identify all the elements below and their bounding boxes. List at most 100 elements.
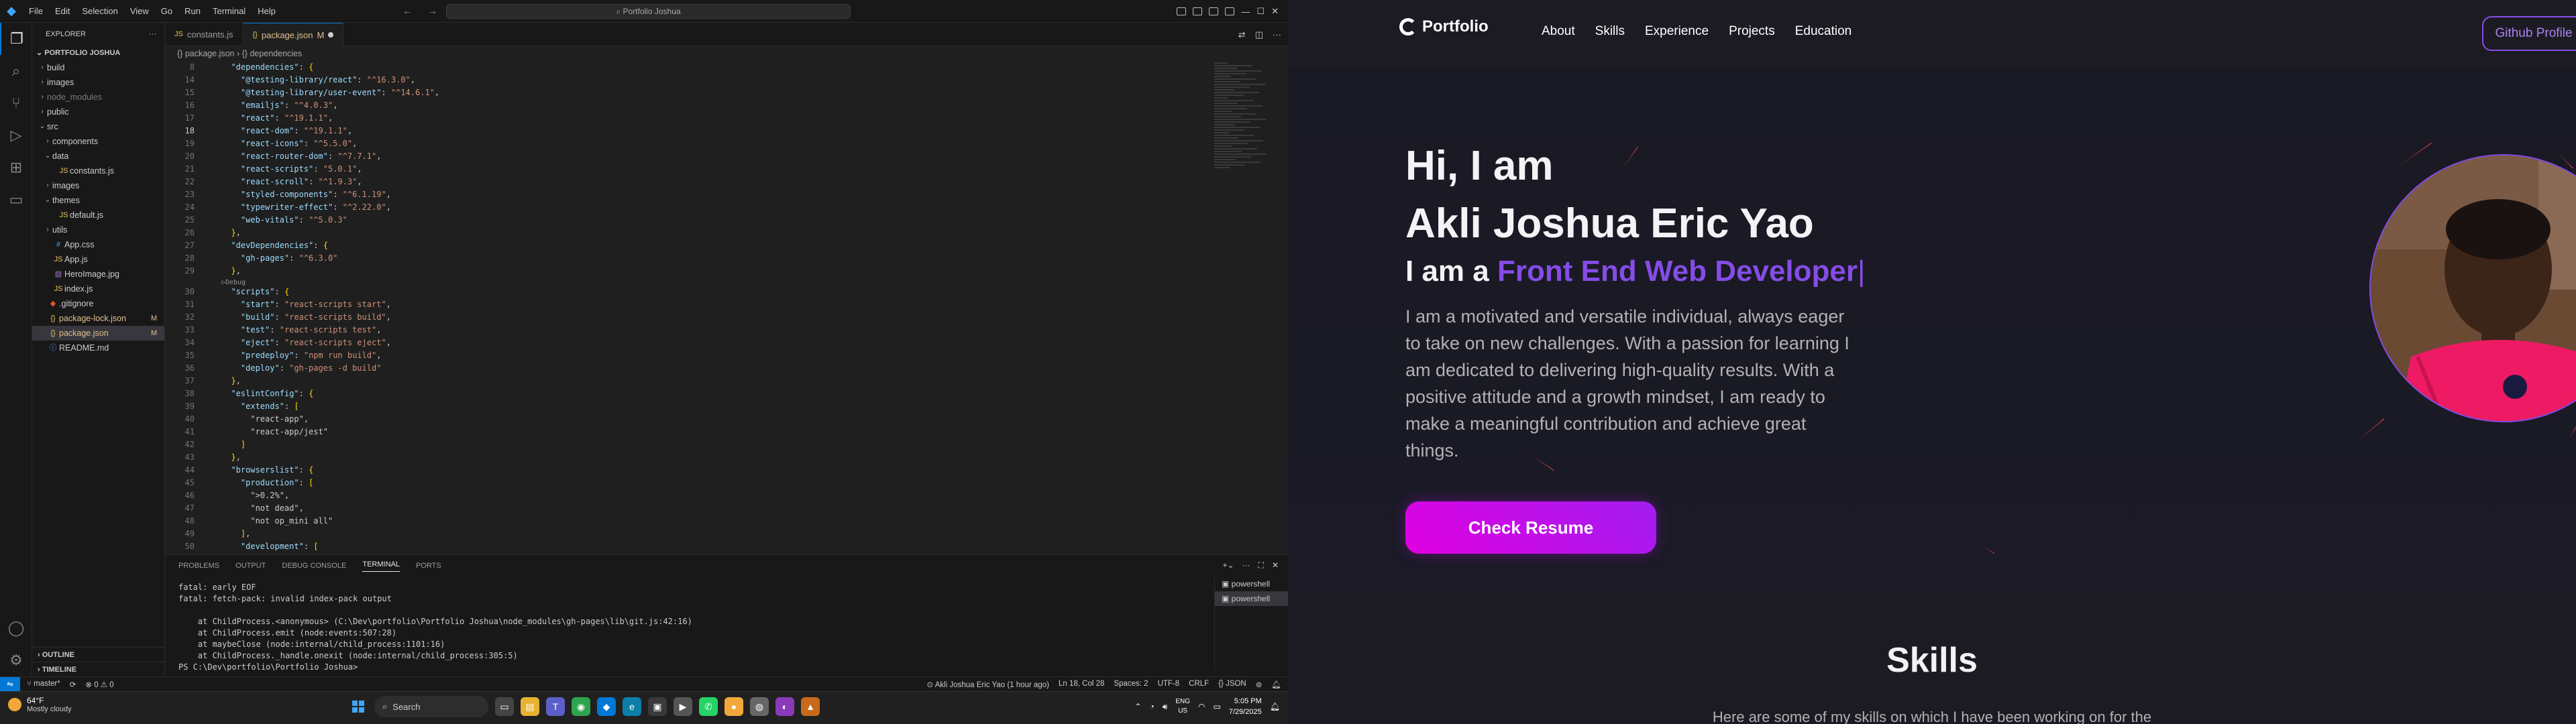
code-line[interactable]: "eslintConfig": { <box>221 389 313 398</box>
network-icon[interactable]: ◔ <box>1150 702 1155 711</box>
code-line[interactable]: "styled-components": "^6.1.19", <box>221 190 391 199</box>
menu-item-terminal[interactable]: Terminal <box>207 6 252 16</box>
encoding-setting[interactable]: UTF-8 <box>1158 680 1180 689</box>
tree-item-constants-js[interactable]: JS constants.js <box>32 164 164 178</box>
code-line[interactable]: "react-dom": "^19.1.1", <box>221 126 352 135</box>
code-line[interactable]: "gh-pages": "^6.3.0" <box>221 253 338 263</box>
obs-icon[interactable]: ◍ <box>750 697 769 716</box>
run-debug-icon[interactable]: ▷ <box>0 119 32 152</box>
store-icon[interactable]: ▣ <box>648 697 667 716</box>
eol-setting[interactable]: CRLF <box>1189 680 1209 689</box>
nav-link-experience[interactable]: Experience <box>1645 24 1709 39</box>
app2-icon[interactable]: ◐ <box>775 697 794 716</box>
clock[interactable]: 5:05 PM 7/29/2025 <box>1229 696 1262 717</box>
code-line[interactable]: ], <box>221 529 250 538</box>
tree-item--gitignore[interactable]: ◆ .gitignore <box>32 296 164 311</box>
vlc-icon[interactable]: ▲ <box>801 697 820 716</box>
code-line[interactable]: ] <box>221 440 246 449</box>
code-line[interactable]: "web-vitals": "^5.0.3" <box>221 215 347 225</box>
tree-item-themes[interactable]: ⌄ themes <box>32 193 164 208</box>
code-line[interactable]: }, <box>221 266 240 276</box>
language-mode[interactable]: {} JSON <box>1218 680 1246 689</box>
more-actions-icon[interactable]: ··· <box>1242 560 1250 570</box>
github-profile-button[interactable]: Github Profile <box>2482 16 2576 51</box>
toggle-secondary-sidebar-icon[interactable] <box>1209 7 1219 15</box>
nav-link-projects[interactable]: Projects <box>1729 24 1775 39</box>
code-line[interactable]: "react-app", <box>221 414 309 424</box>
panel-tab-problems[interactable]: PROBLEMS <box>178 562 219 570</box>
code-line[interactable]: "build": "react-scripts build", <box>221 312 391 322</box>
tree-item-app-js[interactable]: JS App.js <box>32 252 164 267</box>
menu-item-selection[interactable]: Selection <box>76 6 123 16</box>
indent-setting[interactable]: Spaces: 2 <box>1114 680 1148 689</box>
terminal-output[interactable]: fatal: early EOF fatal: fetch-pack: inva… <box>178 582 692 673</box>
tree-item-images[interactable]: › images <box>32 178 164 193</box>
code-line[interactable]: "@testing-library/user-event": "^14.6.1"… <box>221 88 439 97</box>
source-control-icon[interactable]: ⑂ <box>0 87 32 119</box>
code-line[interactable]: }, <box>221 452 240 462</box>
git-blame[interactable]: ⊙ Akli Joshua Eric Yao (1 hour ago) <box>927 680 1049 689</box>
minimize-icon[interactable]: — <box>1241 7 1250 17</box>
edge-icon[interactable]: e <box>623 697 641 716</box>
code-line[interactable]: "production": [ <box>221 478 313 487</box>
unsaved-dot-icon[interactable] <box>328 32 334 38</box>
menu-item-go[interactable]: Go <box>155 6 178 16</box>
tree-item-readme-md[interactable]: ⓘ README.md <box>32 341 164 355</box>
remote-indicator-icon[interactable]: ⇋ <box>0 676 20 692</box>
code-line[interactable]: "typewriter-effect": "^2.22.0", <box>221 202 391 212</box>
forward-arrow-icon[interactable]: → <box>428 5 437 16</box>
code-line[interactable]: "test": "react-scripts test", <box>221 325 382 335</box>
breadcrumb[interactable]: {} package.json › {} dependencies <box>165 46 1288 61</box>
teams-icon[interactable]: T <box>546 697 565 716</box>
tree-item-data[interactable]: ⌄ data <box>32 149 164 164</box>
split-editor-icon[interactable]: ◫ <box>1255 29 1263 40</box>
code-line[interactable]: "not op_mini all" <box>221 516 333 526</box>
menu-item-edit[interactable]: Edit <box>49 6 76 16</box>
code-line[interactable]: "react-app/jest" <box>221 427 328 436</box>
code-line[interactable]: "development": [ <box>221 542 319 551</box>
sync-icon[interactable]: ⟳ <box>70 680 76 689</box>
battery-icon[interactable]: ▭ <box>1213 702 1220 711</box>
code-line[interactable]: "predeploy": "npm run build", <box>221 351 382 360</box>
search-icon[interactable]: ⌕ <box>0 55 32 87</box>
tree-item-app-css[interactable]: # App.css <box>32 237 164 252</box>
code-line[interactable]: "react-router-dom": "^7.7.1", <box>221 152 382 161</box>
taskbar-search[interactable]: ⌕ Search <box>374 696 488 717</box>
chrome-icon[interactable]: ◉ <box>572 697 590 716</box>
nav-link-about[interactable]: About <box>1542 24 1575 39</box>
file-explorer-icon[interactable]: ▤ <box>521 697 539 716</box>
tree-item-node-modules[interactable]: › node_modules <box>32 90 164 105</box>
code-line[interactable]: ">0.2%", <box>221 491 289 500</box>
tree-item-images[interactable]: › images <box>32 75 164 90</box>
check-resume-button[interactable]: Check Resume <box>1405 501 1656 554</box>
language-indicator[interactable]: ENG US <box>1175 697 1190 716</box>
code-line[interactable]: "react": "^19.1.1", <box>221 113 333 123</box>
copilot-icon[interactable]: ⊚ <box>1256 680 1263 689</box>
tree-item-public[interactable]: › public <box>32 105 164 119</box>
tree-item-components[interactable]: › components <box>32 134 164 149</box>
minimap[interactable] <box>1214 61 1275 554</box>
tree-item-utils[interactable]: › utils <box>32 223 164 237</box>
explorer-icon[interactable]: ❐ <box>0 23 32 55</box>
task-view-icon[interactable]: ▭ <box>495 697 514 716</box>
codelens-debug[interactable]: ▷Debug <box>221 279 246 286</box>
tab-package-json[interactable]: {} package.json M <box>243 23 344 46</box>
code-line[interactable]: "devDependencies": { <box>221 241 328 250</box>
compare-icon[interactable]: ⇄ <box>1238 29 1246 40</box>
gear-icon[interactable]: ⚙ <box>0 644 32 676</box>
close-icon[interactable]: ✕ <box>1271 6 1279 17</box>
maximize-icon[interactable]: ☐ <box>1256 6 1265 17</box>
bell-icon[interactable]: 🔔︎ <box>1271 680 1281 689</box>
new-terminal-icon[interactable]: +⌄ <box>1222 560 1234 570</box>
chevron-up-icon[interactable]: ⌃ <box>1134 702 1141 711</box>
terminal-instance[interactable]: ▣ powershell <box>1215 577 1288 591</box>
menu-item-run[interactable]: Run <box>178 6 207 16</box>
more-actions-icon[interactable]: ··· <box>149 23 156 46</box>
outline-section[interactable]: › OUTLINE <box>32 647 165 662</box>
code-line[interactable]: "scripts": { <box>221 287 289 296</box>
code-line[interactable]: "start": "react-scripts start", <box>221 300 391 309</box>
start-button[interactable] <box>349 697 368 716</box>
more-actions-icon[interactable]: ··· <box>1273 29 1281 40</box>
panel-tab-terminal[interactable]: TERMINAL <box>362 560 400 572</box>
extensions-icon[interactable]: ⊞ <box>0 152 32 184</box>
